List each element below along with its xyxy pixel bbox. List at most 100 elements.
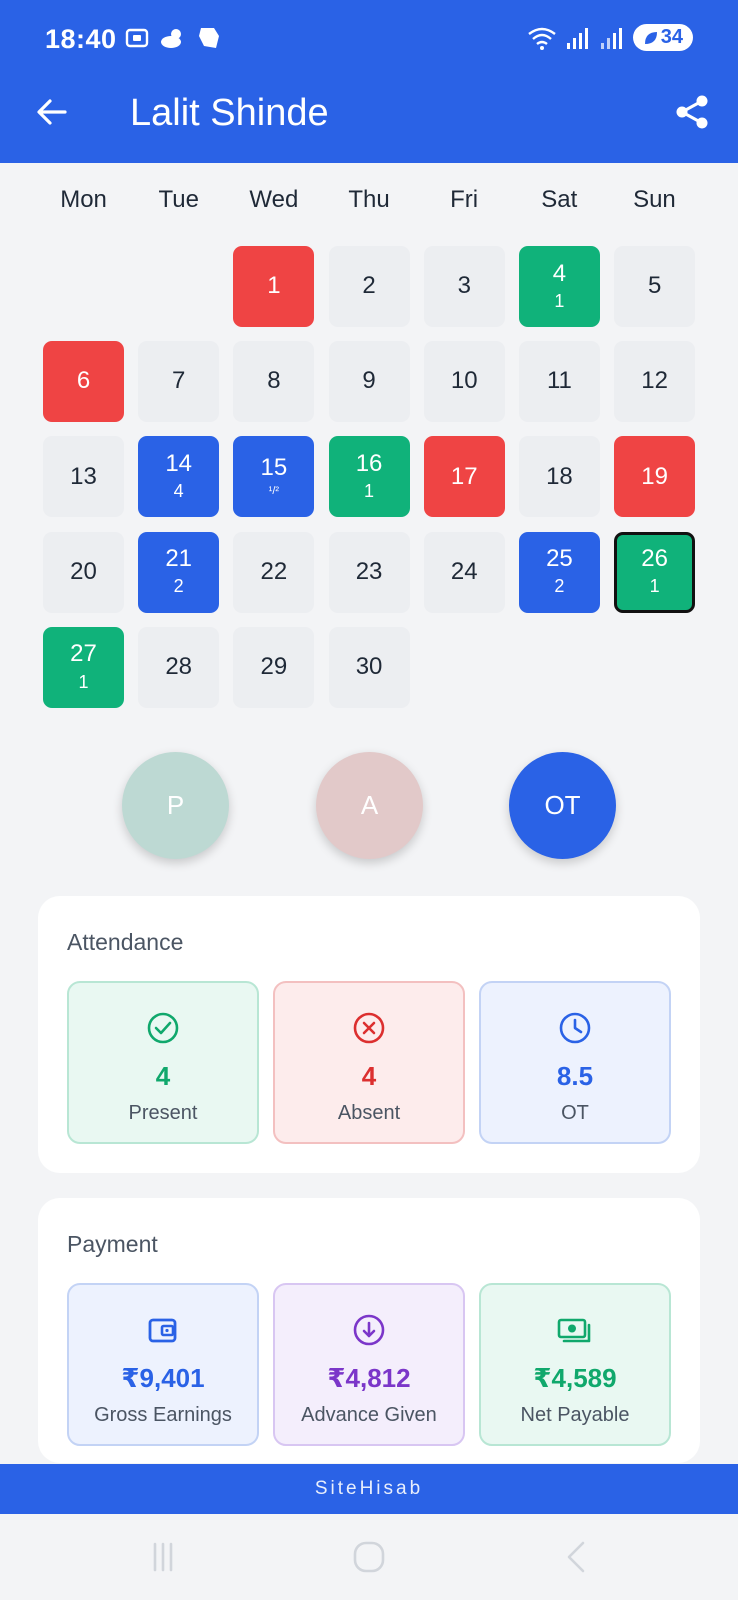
gross-earnings-label: Gross Earnings [94, 1404, 232, 1426]
calendar-day-count: 1 [649, 576, 660, 597]
calendar-day-cell[interactable]: 24 [423, 531, 505, 613]
calendar-day-cell[interactable]: 27 1 [43, 626, 124, 708]
calendar-day-cell[interactable]: 8 [233, 341, 315, 423]
calendar-day-number: 8 [267, 367, 281, 395]
calendar-day-cell[interactable]: 25 2 [518, 531, 600, 613]
calendar-day-number: 12 [641, 367, 668, 395]
calendar-day-number: 29 [260, 653, 288, 681]
battery-saver-icon [644, 31, 657, 44]
gross-earnings-value: ₹9,401 [121, 1363, 205, 1393]
weekday-label: Fri [450, 186, 479, 213]
calendar-day-cell[interactable]: 12 [614, 341, 696, 423]
calendar-day-cell[interactable]: 16 1 [328, 436, 410, 518]
arrow-left-icon [37, 99, 67, 125]
calendar-day-cell[interactable]: 11 [518, 341, 600, 423]
calendar-day-number: 21 [165, 545, 193, 573]
calendar-day-cell[interactable]: 5 [614, 246, 696, 327]
ot-hours: 8.5 [556, 1061, 594, 1091]
calendar-day-number: 3 [457, 272, 471, 300]
weekday-label: Sat [541, 186, 578, 213]
calendar-day-number: 10 [450, 367, 478, 395]
calendar-empty-cell [43, 246, 124, 327]
calendar-day-number: 1 [267, 272, 281, 300]
calendar-day-cell[interactable]: 26 1 [614, 531, 696, 613]
home-icon [353, 1541, 385, 1573]
weekday-label: Mon [60, 186, 107, 213]
present-label: Present [128, 1102, 198, 1124]
share-button[interactable] [668, 88, 716, 136]
calendar-day-count: 2 [554, 576, 565, 597]
calendar-day-number: 9 [362, 367, 376, 395]
notification-app-icon [199, 28, 219, 48]
net-payable-value: ₹4,589 [533, 1363, 617, 1393]
home-button[interactable] [339, 1534, 399, 1580]
screenshot-icon [125, 28, 149, 48]
calendar-day-cell[interactable]: 29 [233, 626, 315, 708]
calendar-day-cell[interactable]: 23 [328, 531, 410, 613]
calendar-day-cell[interactable]: 18 [518, 436, 600, 518]
weekday-header: Mon Tue Wed Thu Fri Sat Sun [36, 186, 702, 214]
mark-present-button[interactable]: P [122, 752, 229, 859]
chevron-left-icon [567, 1541, 585, 1573]
wifi-icon [528, 27, 556, 50]
calendar-day-count: 1 [364, 481, 375, 502]
download-circle-icon [350, 1311, 388, 1349]
calendar-day-cell[interactable]: 28 [138, 626, 220, 708]
calendar-day-number: 6 [76, 367, 91, 395]
wallet-icon [144, 1311, 182, 1349]
calendar-empty-cell [138, 246, 219, 327]
recent-apps-button[interactable] [133, 1534, 193, 1580]
calendar-day-cell[interactable]: 9 [328, 341, 410, 423]
weekday-label: Wed [249, 186, 299, 213]
calendar-day-number: 26 [641, 545, 668, 573]
calendar-day-number: 14 [165, 449, 193, 477]
calendar-day-cell[interactable]: 20 [43, 531, 124, 613]
calendar-day-count: 2 [173, 576, 184, 597]
calendar-day-cell[interactable]: 6 [43, 341, 124, 423]
weather-icon [161, 29, 181, 48]
calendar-day-cell[interactable]: 3 [423, 246, 505, 327]
system-back-button[interactable] [546, 1534, 606, 1580]
calendar-day-cell[interactable]: 30 [328, 626, 410, 708]
calendar-day-cell[interactable]: 17 [423, 436, 505, 518]
back-button[interactable] [28, 88, 76, 136]
calendar-day-cell[interactable]: 41 [518, 246, 600, 327]
top-bar: 18:40 34 Lalit Shinde [0, 0, 738, 163]
calendar-day-number: 27 [70, 640, 97, 668]
calendar-day-number: 2 [362, 272, 376, 300]
calendar-day-number: 11 [546, 367, 572, 395]
calendar-day-number: 5 [647, 272, 662, 300]
signal-icon-2 [600, 27, 622, 49]
battery-level: 34 [660, 26, 683, 48]
calendar-day-cell[interactable]: 1 [233, 246, 315, 327]
calendar-day-cell[interactable]: 21 2 [138, 531, 220, 613]
calendar-day-cell[interactable]: 14 4 [138, 436, 220, 518]
calendar-day-number: 15 [260, 454, 288, 482]
calendar-day-cell[interactable]: 2 [328, 246, 410, 327]
calendar-day-number: 17 [450, 462, 478, 490]
calendar-day-cell[interactable]: 22 [233, 531, 315, 613]
present-count: 4 [155, 1061, 171, 1091]
present-stat: 4 Present [67, 981, 259, 1144]
absent-count: 4 [361, 1061, 377, 1091]
calendar-day-cell[interactable]: 10 [423, 341, 505, 423]
signal-icon-1 [566, 27, 588, 49]
calendar-day-cell[interactable]: 15 ¹/² [233, 436, 315, 518]
mark-overtime-button[interactable]: OT [509, 752, 616, 859]
weekday-label: Tue [158, 186, 199, 213]
calendar-day-cell[interactable]: 7 [138, 341, 220, 423]
x-circle-icon [350, 1009, 388, 1047]
advance-given-stat: ₹4,812 Advance Given [273, 1283, 465, 1446]
calendar-day-number: 28 [165, 653, 193, 681]
mark-absent-button[interactable]: A [316, 752, 423, 859]
payment-card: Payment ₹9,401 Gross Earnings ₹4,812 Adv… [38, 1198, 700, 1463]
status-left-icons [124, 24, 222, 52]
attendance-title: Attendance [67, 929, 184, 955]
calendar-day-cell[interactable]: 13 [43, 436, 124, 518]
calendar-day-number: 4 [552, 259, 567, 287]
calendar-day-number: 20 [70, 557, 97, 585]
calendar-day-number: 7 [172, 367, 186, 395]
calendar-day-cell[interactable]: 19 [614, 436, 696, 518]
share-icon [676, 95, 708, 129]
weekday-label: Sun [633, 186, 676, 213]
